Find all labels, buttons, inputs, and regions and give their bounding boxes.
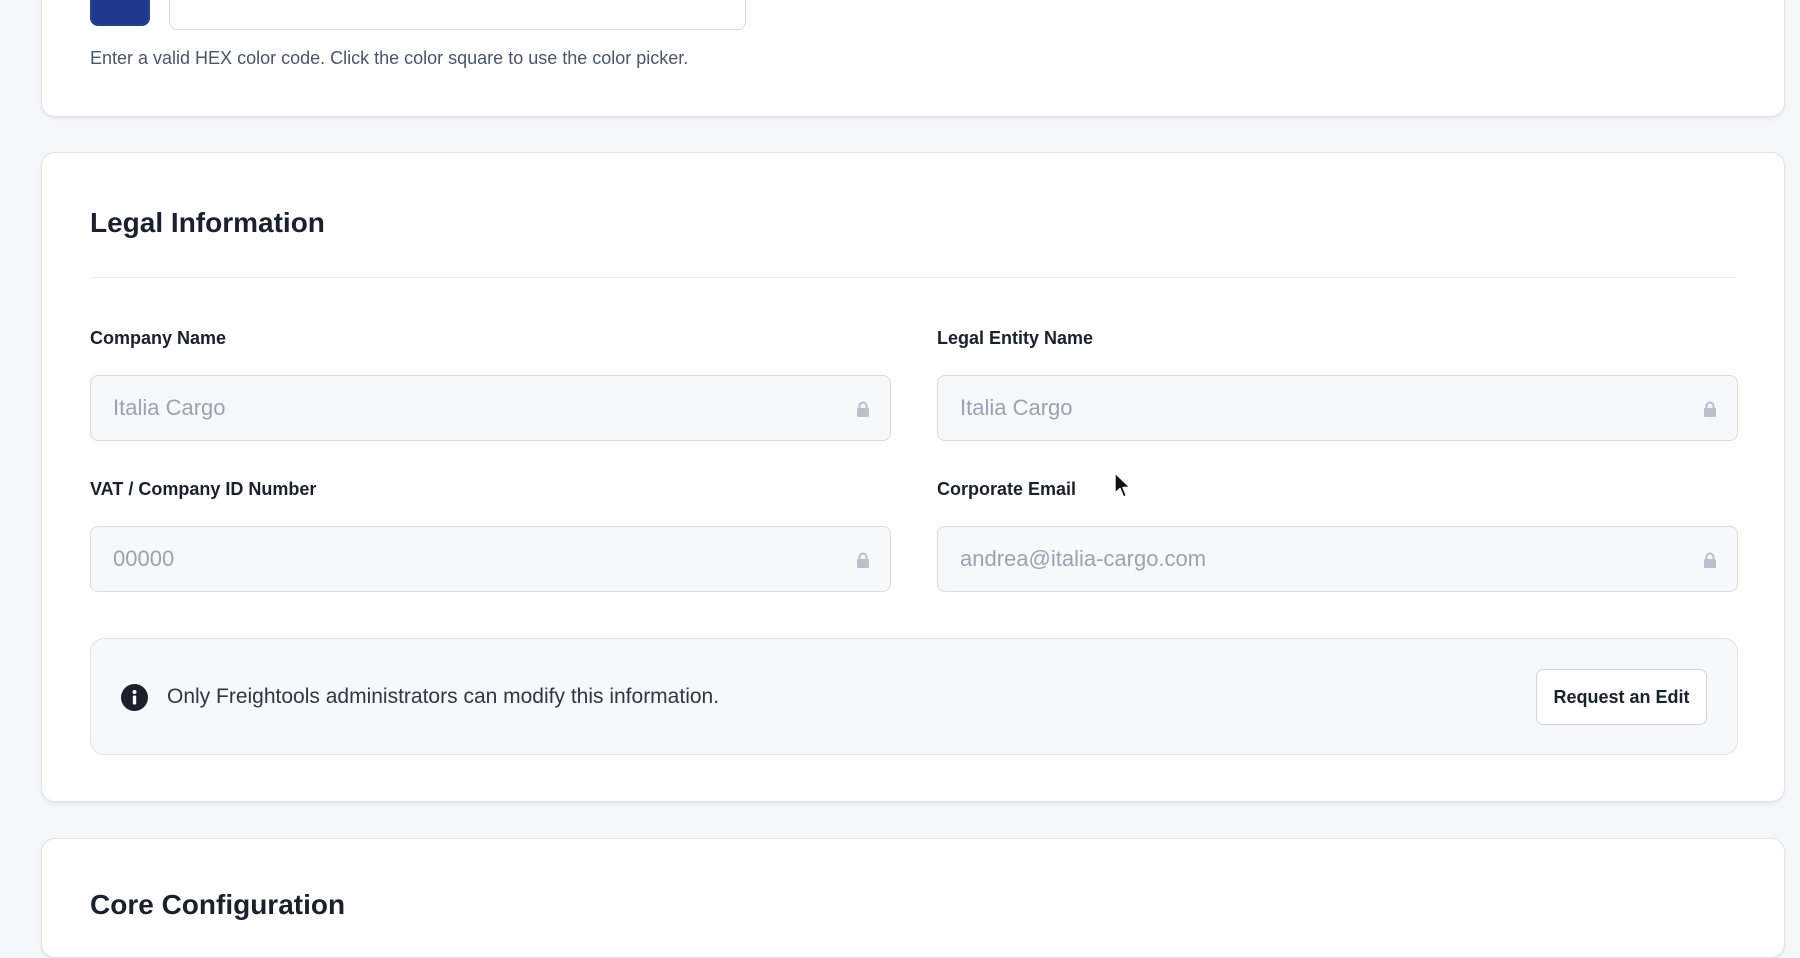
section-divider [90,277,1736,278]
legal-entity-name-value: Italia Cargo [960,395,1073,420]
mouse-cursor-icon [1114,472,1131,498]
info-icon [121,684,148,711]
section-title: Legal Information [90,207,325,238]
hex-color-value: #1F3A8A [192,0,723,3]
admin-notice: Only Freightools administrators can modi… [90,638,1738,755]
lock-icon [1704,401,1716,417]
lock-icon [857,401,869,417]
section-title: Core Configuration [90,889,346,920]
vat-number-field[interactable]: 00000 [90,526,891,592]
admin-notice-text: Only Freightools administrators can modi… [167,685,720,708]
company-name-value: Italia Cargo [113,395,226,420]
legal-information-card: Legal Information Company Name Italia Ca… [41,152,1785,802]
color-swatch-picker[interactable] [90,0,150,26]
vat-number-label: VAT / Company ID Number [90,479,317,499]
lock-icon [1704,552,1716,568]
legal-entity-name-label: Legal Entity Name [937,328,1094,348]
brand-color-card: #1F3A8A Enter a valid HEX color code. Cl… [41,0,1785,117]
vat-number-value: 00000 [113,546,175,571]
legal-entity-name-field[interactable]: Italia Cargo [937,375,1738,441]
corporate-email-label: Corporate Email [937,479,1077,499]
company-name-field[interactable]: Italia Cargo [90,375,891,441]
lock-icon [857,552,869,568]
hex-color-input[interactable]: #1F3A8A [169,0,746,30]
request-edit-button[interactable]: Request an Edit [1536,669,1707,725]
hex-color-hint: Enter a valid HEX color code. Click the … [90,48,689,68]
core-configuration-card: Core Configuration [41,838,1785,958]
corporate-email-field[interactable]: andrea@italia-cargo.com [937,526,1738,592]
company-name-label: Company Name [90,328,227,348]
corporate-email-value: andrea@italia-cargo.com [960,546,1207,571]
